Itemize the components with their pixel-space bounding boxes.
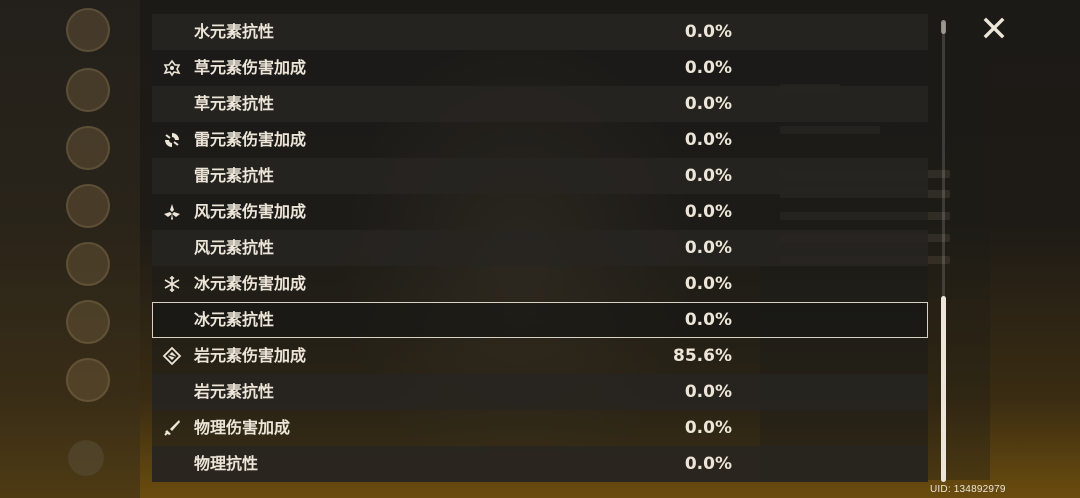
close-icon bbox=[983, 17, 1005, 39]
avatar bbox=[66, 184, 110, 228]
stat-row[interactable]: 雷元素抗性 0.0% bbox=[152, 158, 928, 194]
stat-value: 0.0% bbox=[684, 454, 732, 474]
anemo-icon bbox=[162, 202, 182, 222]
stat-value: 85.6% bbox=[673, 346, 732, 366]
stat-row[interactable]: 岩元素伤害加成 85.6% bbox=[152, 338, 928, 374]
stat-label: 草元素伤害加成 bbox=[194, 58, 307, 77]
stat-value: 0.0% bbox=[684, 274, 732, 294]
stat-value: 0.0% bbox=[684, 418, 732, 438]
cryo-icon bbox=[162, 274, 182, 294]
stat-label: 冰元素抗性 bbox=[194, 310, 275, 329]
stats-list: 水元素抗性 0.0% 草元素伤害加成 0.0% 草元素抗性 0.0% 雷元素伤害加成 0.0%… bbox=[152, 14, 928, 482]
scrollbar-thumb[interactable] bbox=[941, 296, 946, 482]
stat-row[interactable]: 雷元素伤害加成 0.0% bbox=[152, 122, 928, 158]
stat-row[interactable]: 风元素伤害加成 0.0% bbox=[152, 194, 928, 230]
avatar bbox=[66, 300, 110, 344]
menu-icon bbox=[68, 440, 104, 476]
character-sidebar bbox=[0, 0, 140, 498]
stat-row[interactable]: 草元素抗性 0.0% bbox=[152, 86, 928, 122]
avatar bbox=[66, 358, 110, 402]
uid-label: UID: 134892979 bbox=[930, 484, 1006, 495]
stat-label: 物理抗性 bbox=[194, 454, 259, 473]
stat-row[interactable]: 物理伤害加成 0.0% bbox=[152, 410, 928, 446]
stat-label: 风元素抗性 bbox=[194, 238, 275, 257]
electro-icon bbox=[162, 130, 182, 150]
stat-value: 0.0% bbox=[684, 58, 732, 78]
stat-label: 雷元素伤害加成 bbox=[194, 130, 307, 149]
stat-row[interactable]: 风元素抗性 0.0% bbox=[152, 230, 928, 266]
stat-value: 0.0% bbox=[684, 310, 732, 330]
stat-value: 0.0% bbox=[684, 130, 732, 150]
stat-label: 雷元素抗性 bbox=[194, 166, 275, 185]
stat-value: 0.0% bbox=[684, 382, 732, 402]
stat-row[interactable]: 草元素伤害加成 0.0% bbox=[152, 50, 928, 86]
dendro-icon bbox=[162, 58, 182, 78]
stat-label: 水元素抗性 bbox=[194, 22, 275, 41]
stat-value: 0.0% bbox=[684, 238, 732, 258]
avatar bbox=[66, 242, 110, 286]
stat-row[interactable]: 物理抗性 0.0% bbox=[152, 446, 928, 482]
stat-label: 冰元素伤害加成 bbox=[194, 274, 307, 293]
stat-label: 草元素抗性 bbox=[194, 94, 275, 113]
avatar bbox=[66, 8, 110, 52]
stat-row[interactable]: 冰元素伤害加成 0.0% bbox=[152, 266, 928, 302]
stat-value: 0.0% bbox=[684, 94, 732, 114]
close-button[interactable] bbox=[976, 10, 1012, 46]
physical-icon bbox=[162, 418, 182, 438]
stat-label: 风元素伤害加成 bbox=[194, 202, 307, 221]
avatar bbox=[66, 68, 110, 112]
stat-label: 物理伤害加成 bbox=[194, 418, 291, 437]
stat-value: 0.0% bbox=[684, 166, 732, 186]
stat-value: 0.0% bbox=[684, 22, 732, 42]
stat-row[interactable]: 水元素抗性 0.0% bbox=[152, 14, 928, 50]
avatar bbox=[66, 126, 110, 170]
stat-row[interactable]: 冰元素抗性 0.0% bbox=[152, 302, 928, 338]
stat-label: 岩元素伤害加成 bbox=[194, 346, 307, 365]
stat-value: 0.0% bbox=[684, 202, 732, 222]
scrollbar-top bbox=[941, 20, 946, 34]
stat-row[interactable]: 岩元素抗性 0.0% bbox=[152, 374, 928, 410]
stat-label: 岩元素抗性 bbox=[194, 382, 275, 401]
geo-icon bbox=[162, 346, 182, 366]
